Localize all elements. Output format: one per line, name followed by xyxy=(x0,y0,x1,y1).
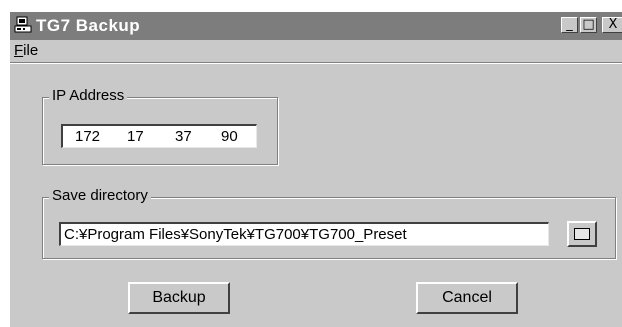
ip-address-label: IP Address xyxy=(49,87,128,104)
menu-file-mnemonic: F xyxy=(14,42,24,59)
ip-octet-3[interactable]: 37 xyxy=(175,128,192,145)
tg7-backup-window: TG7 Backup _ □ X File IP Address 172 17 … xyxy=(8,10,622,327)
browse-icon xyxy=(574,228,590,240)
ip-octet-1[interactable]: 172 xyxy=(75,128,100,145)
browse-button[interactable] xyxy=(567,221,597,247)
menu-file[interactable]: File xyxy=(14,42,38,59)
save-directory-group: Save directory C:¥Program Files¥SonyTek¥… xyxy=(42,187,616,259)
save-directory-input[interactable]: C:¥Program Files¥SonyTek¥TG700¥TG700_Pre… xyxy=(59,222,549,246)
ip-address-input[interactable]: 172 17 37 90 xyxy=(61,124,257,148)
menu-file-label: ile xyxy=(23,42,39,59)
ip-octet-2[interactable]: 17 xyxy=(127,128,144,145)
ip-address-group: IP Address 172 17 37 90 xyxy=(42,87,278,165)
cancel-button[interactable]: Cancel xyxy=(416,282,518,314)
maximize-button[interactable]: □ xyxy=(580,17,597,33)
ip-octet-4[interactable]: 90 xyxy=(221,128,238,145)
backup-button[interactable]: Backup xyxy=(128,282,230,314)
menu-bar: File xyxy=(10,40,622,63)
window-title: TG7 Backup xyxy=(36,16,141,35)
close-button[interactable]: X xyxy=(602,17,622,33)
minimize-button[interactable]: _ xyxy=(561,17,578,33)
title-bar[interactable]: TG7 Backup _ □ X xyxy=(10,12,622,40)
save-directory-label: Save directory xyxy=(49,187,151,204)
computer-icon xyxy=(14,16,32,33)
menu-divider xyxy=(10,63,622,64)
